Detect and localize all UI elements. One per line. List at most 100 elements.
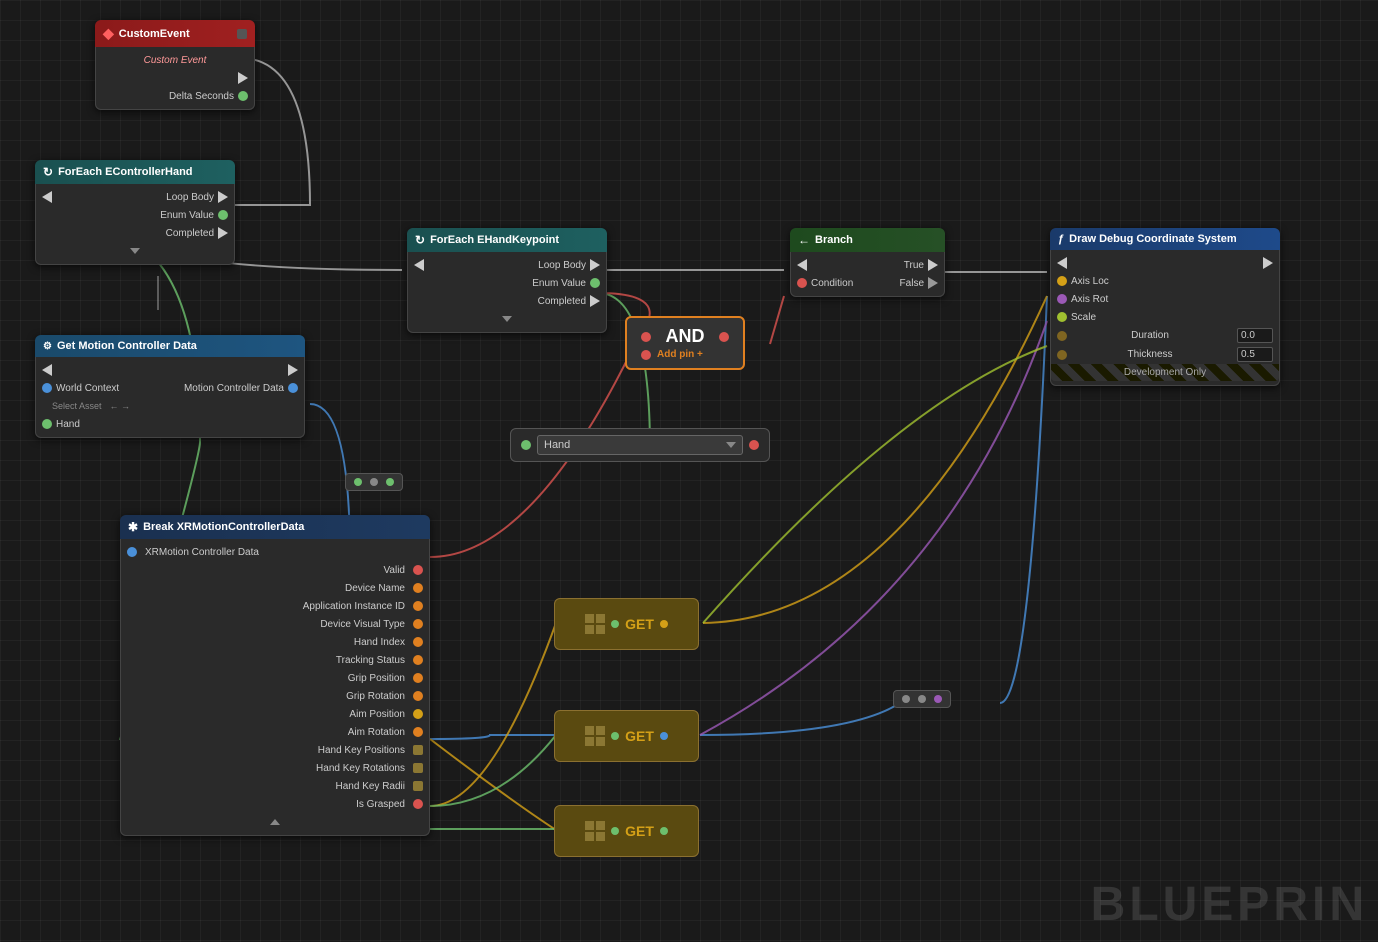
condition-label: Condition: [811, 278, 853, 289]
get3-grid-icon: [585, 821, 605, 841]
and-in1-pin[interactable]: [641, 332, 651, 342]
branch-node[interactable]: ← Branch True Condition False: [790, 228, 945, 297]
cn-in-green[interactable]: [354, 478, 362, 486]
false-pin[interactable]: [928, 277, 938, 289]
exec-out-pin[interactable]: [238, 72, 248, 84]
connector-node-top[interactable]: [345, 473, 403, 491]
feh-completed-row: Completed: [36, 224, 234, 242]
blueprint-canvas[interactable]: ◆ CustomEvent Custom Event Delta Seconds: [0, 0, 1378, 942]
xr-data-row: XRMotion Controller Data: [121, 543, 429, 561]
expand-icon[interactable]: [130, 248, 140, 254]
dd-exec-in[interactable]: [1057, 257, 1067, 269]
duration-pin[interactable]: [1057, 331, 1067, 341]
fek-exec-in[interactable]: [414, 259, 424, 271]
get3-label: GET: [625, 823, 654, 839]
gm-exec-out[interactable]: [288, 364, 298, 376]
hand-dropdown-in[interactable]: [521, 440, 531, 450]
foreach-hand-node[interactable]: ↻ ForEach EControllerHand Loop Body Enum…: [35, 160, 235, 265]
get-node-1[interactable]: GET: [554, 598, 699, 650]
true-pin[interactable]: [928, 259, 938, 271]
branch-header: ← Branch: [790, 228, 945, 252]
hkrad-pin[interactable]: [413, 781, 423, 791]
world-context-pin[interactable]: [42, 383, 52, 393]
get3-out-pin[interactable]: [660, 827, 668, 835]
hand-select[interactable]: Hand: [537, 435, 743, 455]
feh-exec-in[interactable]: [42, 191, 52, 203]
get1-out-pin[interactable]: [660, 620, 668, 628]
and-in2-pin[interactable]: [641, 350, 651, 360]
connector-node-right[interactable]: [893, 690, 951, 708]
condition-pin[interactable]: [797, 278, 807, 288]
thickness-pin[interactable]: [1057, 350, 1067, 360]
dd-exec-row: [1051, 254, 1279, 272]
cnr-purple-pin[interactable]: [934, 695, 942, 703]
and-out-pin[interactable]: [719, 332, 729, 342]
fek-completed-pin[interactable]: [590, 295, 600, 307]
grip-rot-pin[interactable]: [413, 691, 423, 701]
get2-out-pin[interactable]: [660, 732, 668, 740]
thickness-input[interactable]: [1237, 347, 1273, 362]
get2-in-pin[interactable]: [611, 732, 619, 740]
aim-rot-pin[interactable]: [413, 727, 423, 737]
grip-pos-label: Grip Position: [348, 673, 405, 684]
xr-data-pin[interactable]: [127, 547, 137, 557]
device-visual-pin[interactable]: [413, 619, 423, 629]
valid-pin[interactable]: [413, 565, 423, 575]
get3-in-pin[interactable]: [611, 827, 619, 835]
hand-pin-in[interactable]: [42, 419, 52, 429]
fek-enum-pin[interactable]: [590, 278, 600, 288]
tracking-label: Tracking Status: [336, 655, 405, 666]
completed-pin[interactable]: [218, 227, 228, 239]
hand-index-pin[interactable]: [413, 637, 423, 647]
add-pin-label[interactable]: Add pin +: [657, 349, 703, 360]
scale-pin[interactable]: [1057, 312, 1067, 322]
hand-dropdown-node[interactable]: Hand: [510, 428, 770, 462]
cnr-in1[interactable]: [902, 695, 910, 703]
delta-seconds-pin[interactable]: [238, 91, 248, 101]
grasped-pin[interactable]: [413, 799, 423, 809]
loop-body-pin[interactable]: [218, 191, 228, 203]
custom-event-node[interactable]: ◆ CustomEvent Custom Event Delta Seconds: [95, 20, 255, 110]
fek-expand-icon[interactable]: [502, 316, 512, 322]
enum-value-label: Enum Value: [160, 210, 214, 221]
grip-pos-pin[interactable]: [413, 673, 423, 683]
draw-debug-body: Axis Loc Axis Rot Scale Duration Thickne…: [1050, 250, 1280, 386]
gm-exec-in[interactable]: [42, 364, 52, 376]
get-node-3[interactable]: GET: [554, 805, 699, 857]
device-name-pin[interactable]: [413, 583, 423, 593]
and-node[interactable]: AND Add pin +: [625, 316, 745, 370]
hkp-pin[interactable]: [413, 745, 423, 755]
close-icon[interactable]: [237, 29, 247, 39]
get-node-2[interactable]: GET: [554, 710, 699, 762]
draw-debug-node[interactable]: ƒ Draw Debug Coordinate System Axis Loc …: [1050, 228, 1280, 386]
branch-exec-in[interactable]: [797, 259, 807, 271]
get2-grid-icon: [585, 726, 605, 746]
fek-loop-body-pin[interactable]: [590, 259, 600, 271]
break-xr-node[interactable]: ✱ Break XRMotionControllerData XRMotion …: [120, 515, 430, 836]
grip-rot-label: Grip Rotation: [346, 691, 405, 702]
dd-axis-rot-row: Axis Rot: [1051, 290, 1279, 308]
feh-exec-row: Loop Body: [36, 188, 234, 206]
debug-icon: ƒ: [1058, 233, 1064, 245]
app-instance-pin[interactable]: [413, 601, 423, 611]
get1-in-pin[interactable]: [611, 620, 619, 628]
branch-icon: ←: [798, 233, 810, 247]
get-motion-node[interactable]: ⚙ Get Motion Controller Data World Conte…: [35, 335, 305, 438]
foreach-keypoint-node[interactable]: ↻ ForEach EHandKeypoint Loop Body Enum V…: [407, 228, 607, 333]
motion-data-pin[interactable]: [288, 383, 298, 393]
hkp-row: Hand Key Positions: [121, 741, 429, 759]
axis-rot-pin[interactable]: [1057, 294, 1067, 304]
enum-value-pin[interactable]: [218, 210, 228, 220]
hand-dropdown-out[interactable]: [749, 440, 759, 450]
duration-input[interactable]: [1237, 328, 1273, 343]
cn-out-green[interactable]: [386, 478, 394, 486]
fek-enum-label: Enum Value: [532, 278, 586, 289]
break-expand-icon[interactable]: [270, 819, 280, 825]
axis-loc-pin[interactable]: [1057, 276, 1067, 286]
tracking-pin[interactable]: [413, 655, 423, 665]
dd-exec-out[interactable]: [1263, 257, 1273, 269]
hkr-pin[interactable]: [413, 763, 423, 773]
get-motion-body: World Context Motion Controller Data Sel…: [35, 357, 305, 438]
true-label: True: [904, 260, 924, 271]
aim-pos-pin[interactable]: [413, 709, 423, 719]
